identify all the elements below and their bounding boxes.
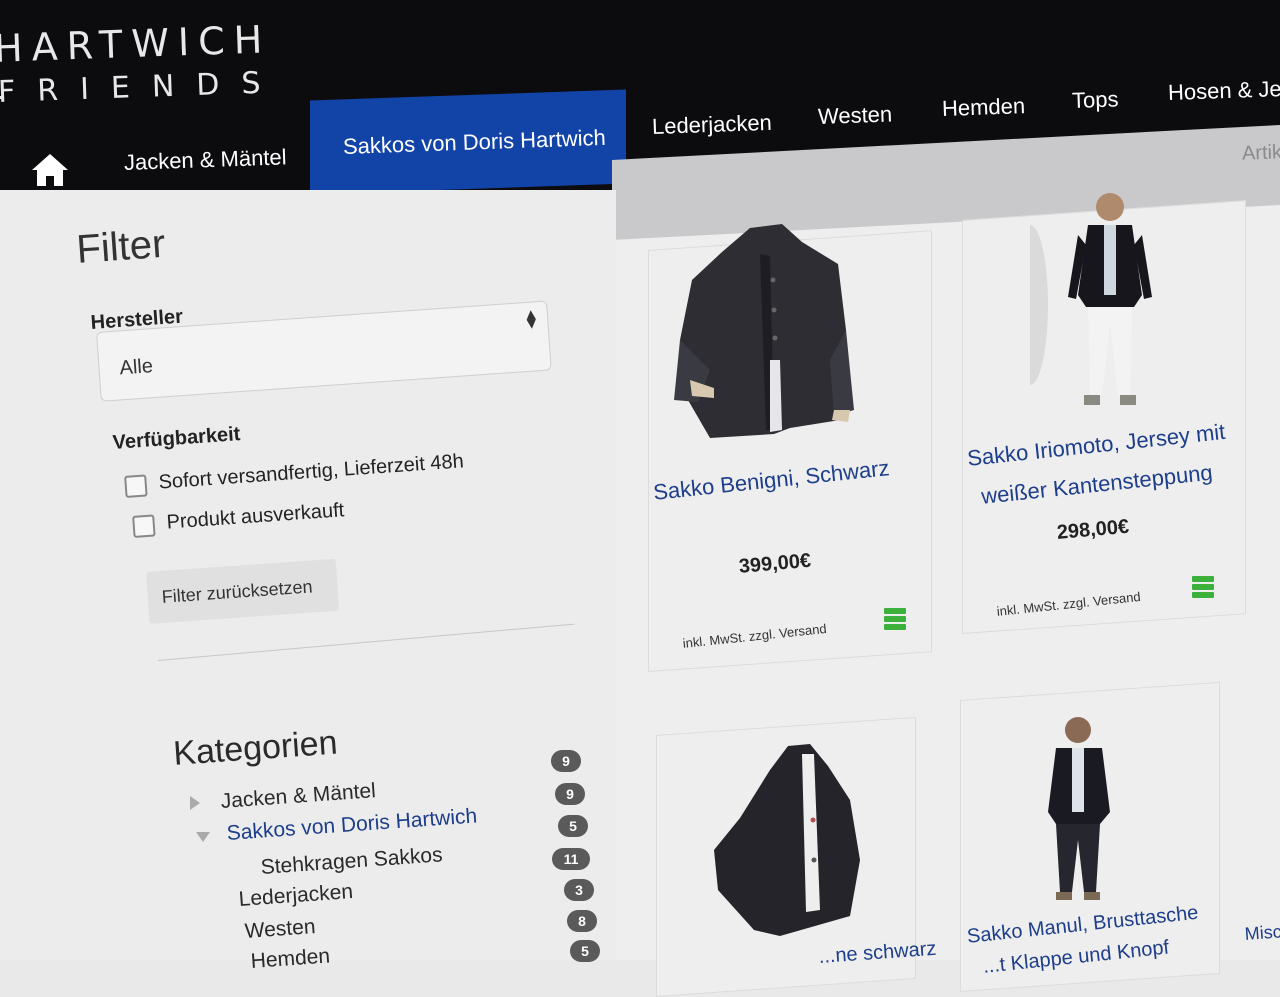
nav-item-tops[interactable]: Tops <box>1072 86 1119 114</box>
category-count-badge: 5 <box>558 815 588 837</box>
product-image-model[interactable] <box>1030 185 1190 425</box>
nav-item-jacken-maentel[interactable]: Jacken & Mäntel <box>124 144 287 176</box>
expand-arrow-icon[interactable] <box>190 796 200 810</box>
manufacturer-select-value: Alle <box>118 355 154 380</box>
nav-item-lederjacken[interactable]: Lederjacken <box>652 110 773 140</box>
nav-item-hosen-jeans[interactable]: Hosen & Jear <box>1168 75 1280 106</box>
category-count-badge: 9 <box>555 783 585 805</box>
select-arrows-icon: ▲ ▼ <box>522 306 541 334</box>
category-hemden[interactable]: Hemden <box>250 944 331 973</box>
nav-item-hemden[interactable]: Hemden <box>942 93 1026 122</box>
category-count-badge: 5 <box>570 940 600 962</box>
category-count-badge: 11 <box>552 848 590 870</box>
category-count-badge: 9 <box>551 750 581 772</box>
checkbox-immediate[interactable] <box>124 474 148 498</box>
home-icon[interactable] <box>30 150 70 190</box>
stock-indicator-icon <box>1192 576 1214 600</box>
filter-title: Filter <box>75 221 167 272</box>
product-image-jacket[interactable] <box>670 220 870 450</box>
stock-indicator-icon <box>884 608 906 632</box>
category-westen[interactable]: Westen <box>244 915 316 944</box>
collapse-arrow-icon[interactable] <box>196 832 210 842</box>
category-count-badge: 8 <box>567 910 597 932</box>
product-name[interactable]: Misc <box>1244 921 1280 945</box>
product-image-jacket[interactable] <box>710 740 880 940</box>
checkbox-soldout[interactable] <box>132 514 156 538</box>
filter-reset-label: Filter zurücksetzen <box>161 576 314 607</box>
nav-item-westen[interactable]: Westen <box>818 101 893 130</box>
product-image-model[interactable] <box>1026 712 1146 912</box>
category-count-badge: 3 <box>564 879 594 901</box>
article-count-label: Artik <box>1241 141 1280 165</box>
